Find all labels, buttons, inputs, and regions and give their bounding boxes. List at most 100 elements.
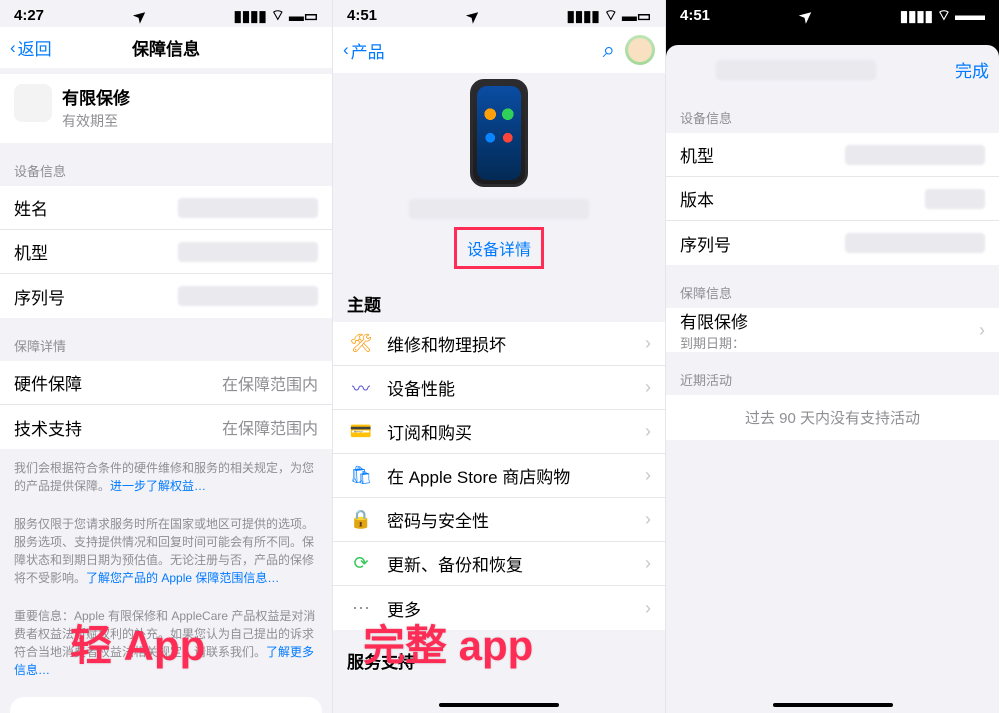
- footer-para-2: 服务仅限于您请求服务时所在国家或地区可提供的选项。服务选项、支持提供情况和回复时…: [0, 505, 332, 597]
- redacted-title: [716, 60, 876, 80]
- chevron-right-icon: ›: [645, 377, 651, 398]
- device-details-link[interactable]: 设备详情: [467, 242, 531, 259]
- redacted-value: [178, 242, 318, 262]
- row-sub: 到期日期：: [680, 333, 748, 352]
- signal-icon: ▮▮▮▮: [900, 7, 933, 25]
- wifi-icon: ⌔: [937, 6, 951, 25]
- nav-bar: ‹ 产品 ⌕: [333, 27, 665, 73]
- signal-icon: ▮▮▮▮: [234, 7, 267, 25]
- topic-label: 密码与安全性: [387, 507, 489, 532]
- row-value: 在保障范围内: [222, 415, 318, 439]
- topic-icon: 〰: [347, 374, 375, 402]
- coverage-link[interactable]: 了解您产品的 Apple 保障范围信息…: [86, 571, 279, 585]
- row-name: 姓名: [0, 186, 332, 230]
- bottom-card: [10, 697, 322, 713]
- topic-icon: 🛍: [347, 462, 375, 490]
- learn-more-link[interactable]: 进一步了解权益…: [110, 479, 206, 493]
- redacted-value: [845, 233, 985, 253]
- device-image: [470, 79, 528, 187]
- section-device-info: 设备信息: [0, 143, 332, 186]
- chevron-right-icon: ›: [645, 421, 651, 442]
- topic-row[interactable]: 🛠 维修和物理损坏 ›: [333, 322, 665, 366]
- status-time: 4:27: [14, 7, 44, 24]
- row-label: 有限保修: [680, 308, 748, 333]
- row-model: 机型: [0, 230, 332, 274]
- back-button[interactable]: ‹ 返回: [10, 35, 52, 60]
- section-activity: 近期活动: [666, 352, 999, 395]
- status-bar: 4:27 ➤ ▮▮▮▮ ⌔ ▬▭: [0, 0, 332, 27]
- back-label: 产品: [351, 38, 385, 63]
- topic-label: 维修和物理损坏: [387, 331, 506, 356]
- topic-label: 在 Apple Store 商店购物: [387, 463, 570, 488]
- redacted-device-name: [409, 199, 589, 219]
- chevron-right-icon: ›: [979, 320, 985, 341]
- status-bar: 4:51 ➤ ▮▮▮▮ ⌔ ▬▭: [333, 0, 665, 27]
- battery-icon: ▬▭: [622, 7, 651, 25]
- chevron-right-icon: ›: [645, 333, 651, 354]
- topic-label: 设备性能: [387, 375, 455, 400]
- topic-icon: 🔒: [347, 506, 375, 534]
- section-coverage: 保障详情: [0, 318, 332, 361]
- section-topics: 主题: [333, 269, 665, 322]
- row-label: 技术支持: [14, 415, 82, 440]
- phone-device-detail-sheet: 4:51➤ ▮▮▮▮ ⌔ ▬▬ 完成 设备信息 机型 版本 序列号 保障信息: [666, 0, 999, 713]
- status-time: 4:51: [347, 7, 377, 24]
- nav-bar: ‹ 返回 保障信息: [0, 27, 332, 68]
- warranty-title: 有限保修: [62, 84, 130, 109]
- topic-row[interactable]: 💳 订阅和购买 ›: [333, 410, 665, 454]
- chevron-right-icon: ›: [645, 598, 651, 619]
- highlight-box: 设备详情: [454, 227, 544, 269]
- status-bar: 4:51➤ ▮▮▮▮ ⌔ ▬▬: [666, 0, 999, 27]
- redacted-value: [845, 145, 985, 165]
- done-button[interactable]: 完成: [955, 57, 989, 82]
- topic-row[interactable]: 〰设备性能 ›: [333, 366, 665, 410]
- back-label: 返回: [18, 35, 52, 60]
- search-icon[interactable]: ⌕: [603, 37, 615, 63]
- row-label: 姓名: [14, 195, 48, 220]
- row-label: 机型: [14, 239, 48, 264]
- row-warranty[interactable]: 有限保修 到期日期： ›: [666, 308, 999, 352]
- empty-activity: 过去 90 天内没有支持活动: [666, 395, 999, 440]
- warranty-subtitle: 有效期至: [62, 111, 130, 131]
- location-icon: ➤: [795, 5, 816, 27]
- row-label: 序列号: [14, 284, 65, 309]
- row-serial: 序列号: [666, 221, 999, 265]
- footer-para-1: 我们会根据符合条件的硬件维修和服务的相关规定，为您的产品提供保障。进一步了解权益…: [0, 449, 332, 505]
- signal-icon: ▮▮▮▮: [567, 7, 600, 25]
- back-button[interactable]: ‹ 产品: [343, 38, 385, 63]
- avatar[interactable]: [625, 35, 655, 65]
- wifi-icon: ⌔: [604, 6, 618, 25]
- row-label: 机型: [680, 142, 714, 167]
- topic-icon: ⟳: [347, 550, 375, 578]
- row-hardware: 硬件保障在保障范围内: [0, 361, 332, 405]
- sheet-nav: 完成: [666, 45, 999, 90]
- location-icon: ➤: [129, 5, 150, 27]
- row-version: 版本: [666, 177, 999, 221]
- wifi-icon: ⌔: [271, 6, 285, 25]
- home-indicator: [439, 703, 559, 707]
- redacted-value: [178, 286, 318, 306]
- phone-warranty-lite: 4:27 ➤ ▮▮▮▮ ⌔ ▬▭ ‹ 返回 保障信息 有限保修 有效期至 设备信息…: [0, 0, 333, 713]
- redacted-value: [925, 189, 985, 209]
- section-coverage: 保障信息: [666, 265, 999, 308]
- overlay-caption: 完整 app: [363, 612, 533, 673]
- topic-label: 订阅和购买: [387, 419, 472, 444]
- section-device-info: 设备信息: [666, 90, 999, 133]
- apple-logo-icon: [14, 84, 52, 122]
- location-icon: ➤: [462, 5, 483, 27]
- topic-label: 更新、备份和恢复: [387, 551, 523, 576]
- warranty-header: 有限保修 有效期至: [0, 74, 332, 143]
- home-indicator: [773, 703, 893, 707]
- row-label: 版本: [680, 186, 714, 211]
- row-label: 序列号: [680, 231, 731, 256]
- status-time: 4:51: [680, 7, 710, 24]
- row-value: 在保障范围内: [222, 371, 318, 395]
- topic-row[interactable]: ⟳更新、备份和恢复›: [333, 542, 665, 586]
- redacted-value: [178, 198, 318, 218]
- topic-row[interactable]: 🛍在 Apple Store 商店购物›: [333, 454, 665, 498]
- topic-row[interactable]: 🔒密码与安全性›: [333, 498, 665, 542]
- battery-icon: ▬▭: [289, 7, 318, 25]
- nav-title: 保障信息: [132, 35, 200, 60]
- topic-icon: 🛠: [347, 330, 375, 358]
- topic-icon: 💳: [347, 418, 375, 446]
